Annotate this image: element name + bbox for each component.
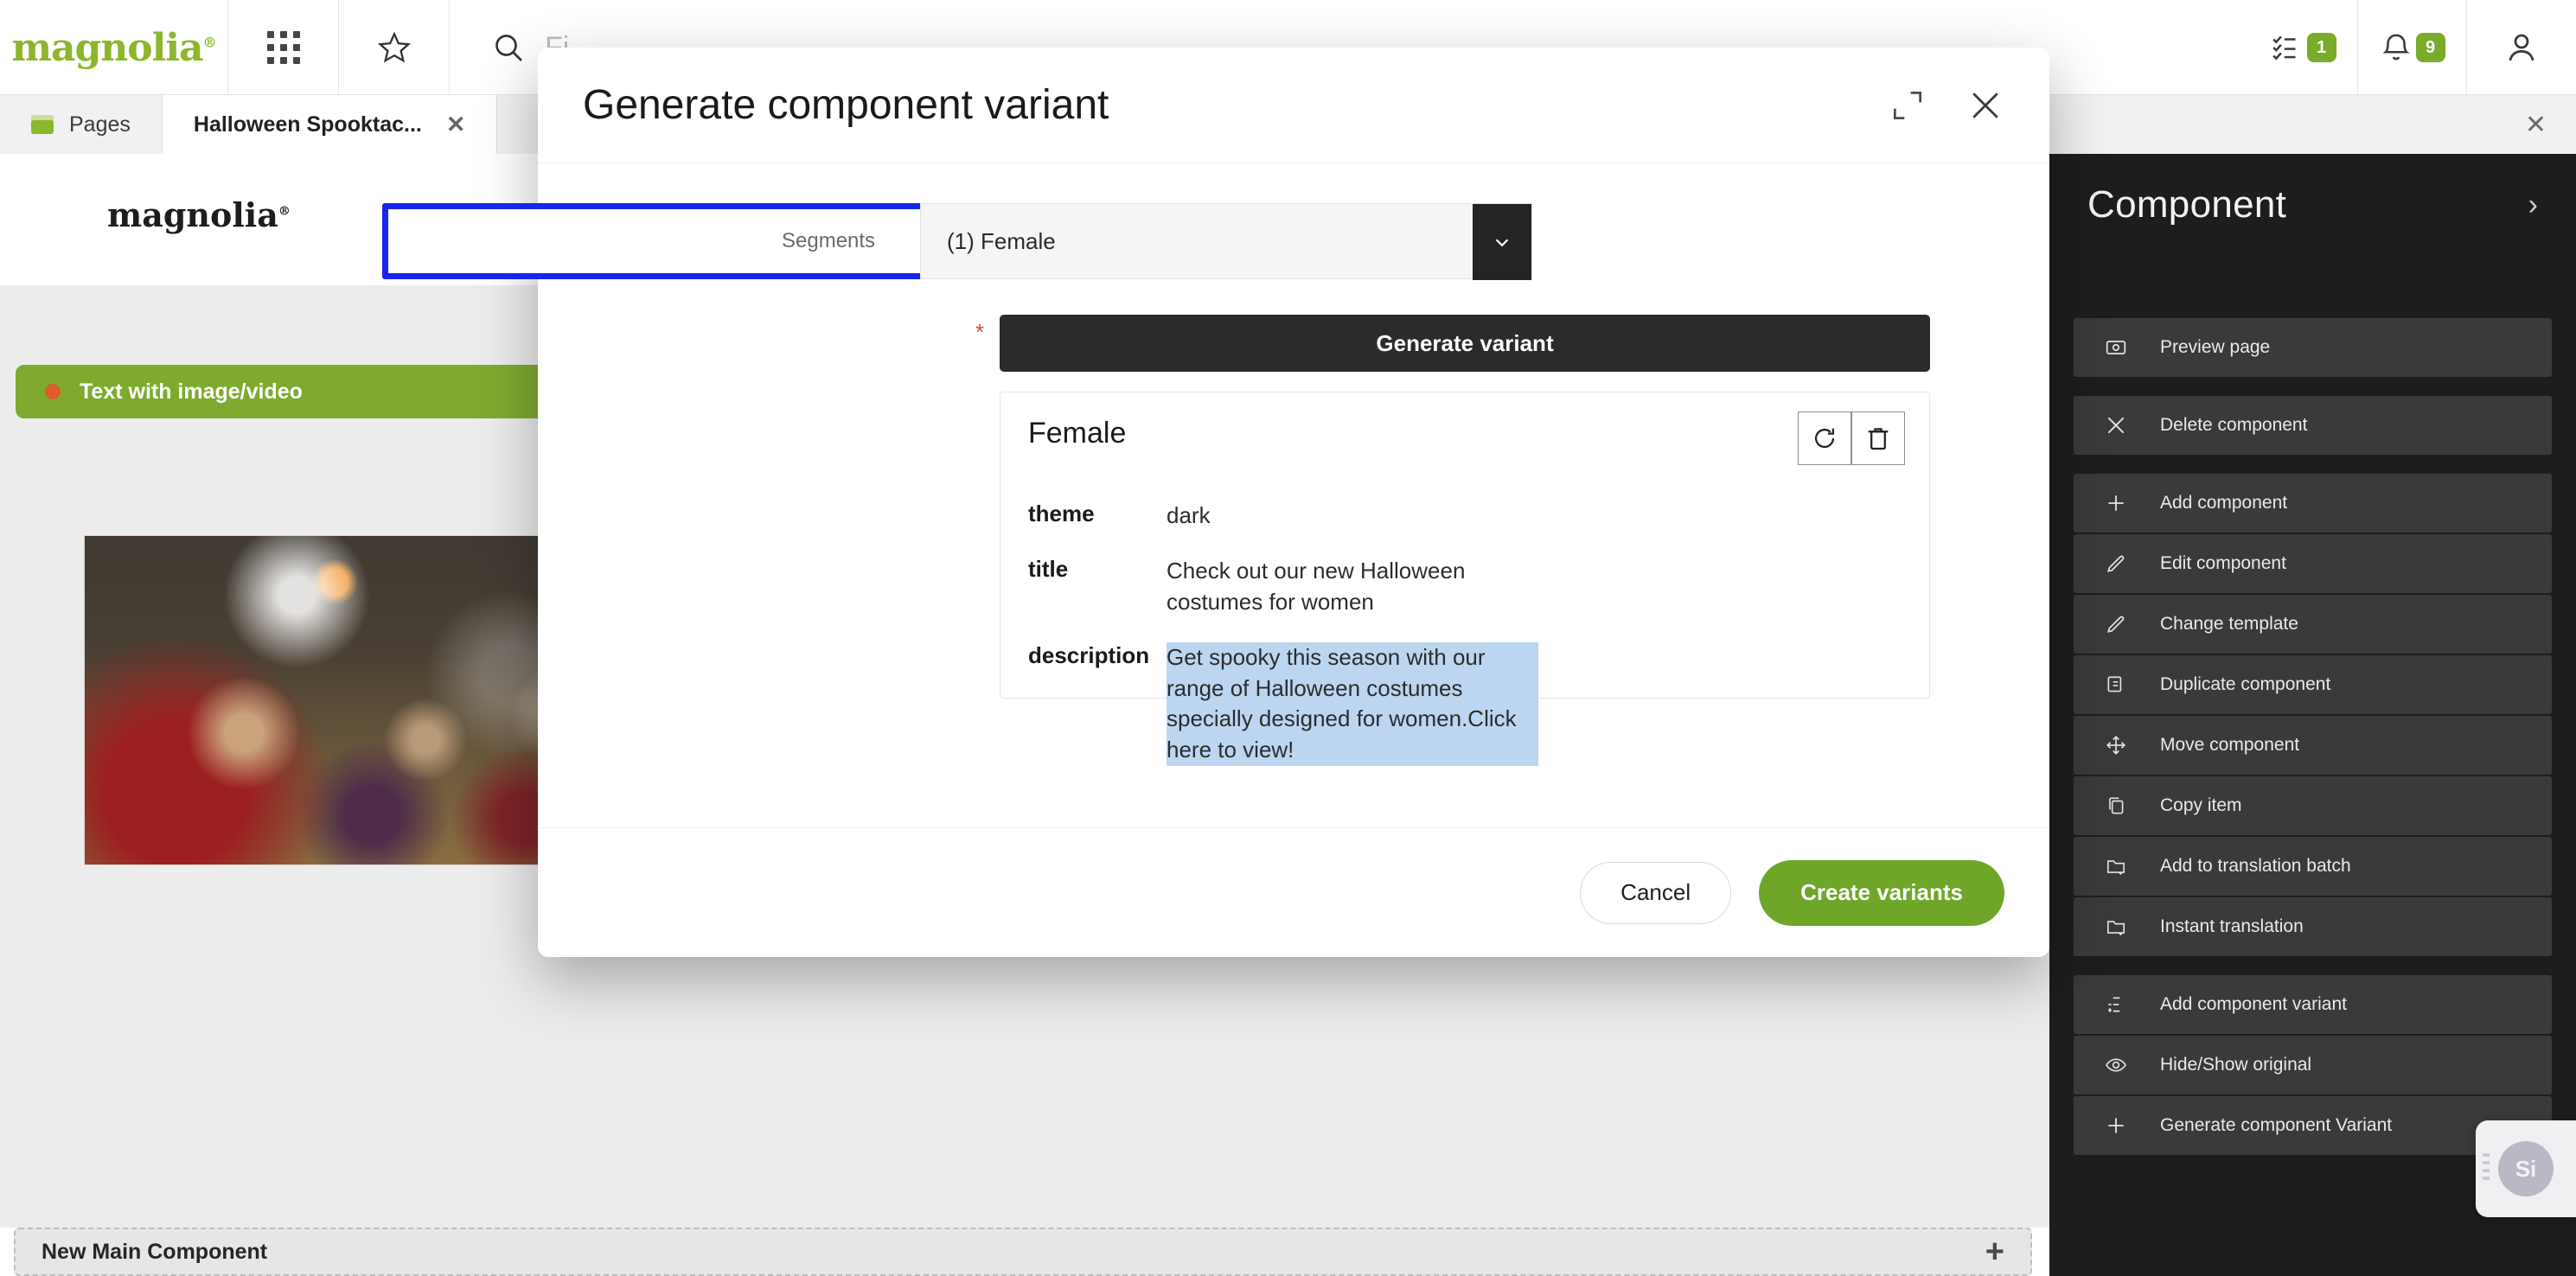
dialog-title: Generate component variant [583, 82, 1109, 128]
close-icon[interactable] [1966, 86, 2004, 124]
variant-card-title: Female [1028, 417, 1127, 450]
dialog-header: Generate component variant [538, 48, 2049, 163]
dialog-header-actions [1889, 86, 2004, 124]
dialog-footer: Cancel Create variants [538, 827, 2049, 957]
segments-select[interactable]: (1) Female [920, 203, 1532, 280]
dialog-body: Segments (1) Female * Generate variant F… [382, 163, 2049, 827]
refresh-icon[interactable] [1798, 412, 1851, 465]
segments-label: Segments [782, 229, 876, 252]
generate-variant-button[interactable]: Generate variant [1000, 315, 1930, 372]
field-key: description [1028, 641, 1150, 668]
application-window: magnolia® Fi 1 [0, 0, 2576, 1276]
variant-field-row: theme dark [1028, 501, 1905, 532]
maximize-icon[interactable] [1889, 86, 1927, 124]
generate-component-variant-dialog: Generate component variant Segments (1) … [382, 48, 2049, 957]
variant-card: Female theme dark title Check out our ne… [1000, 392, 1930, 767]
field-key: title [1028, 555, 1069, 582]
field-key: theme [1028, 501, 1095, 526]
segments-value: (1) Female [947, 227, 1056, 254]
trash-icon[interactable] [1851, 412, 1905, 465]
cancel-button[interactable]: Cancel [1580, 861, 1732, 924]
variant-card-fields: theme dark title Check out our new Hallo… [1028, 501, 1905, 790]
variant-card-actions [1798, 412, 1905, 465]
field-value-text: Get spooky this season with our range of… [1167, 643, 1486, 732]
create-variants-button[interactable]: Create variants [1759, 859, 2004, 926]
field-value-selected[interactable]: Get spooky this season with our range of… [1167, 641, 1538, 767]
chevron-down-icon[interactable] [1473, 204, 1531, 280]
required-marker: * [975, 319, 985, 345]
segments-field-group: Segments (1) Female [782, 203, 1532, 280]
field-value[interactable]: Check out our new Halloween costumes for… [1167, 556, 1538, 618]
variant-field-row: title Check out our new Halloween costum… [1028, 556, 1905, 618]
field-value[interactable]: dark [1167, 501, 1211, 532]
variant-field-row: description Get spooky this season with … [1028, 641, 1905, 767]
